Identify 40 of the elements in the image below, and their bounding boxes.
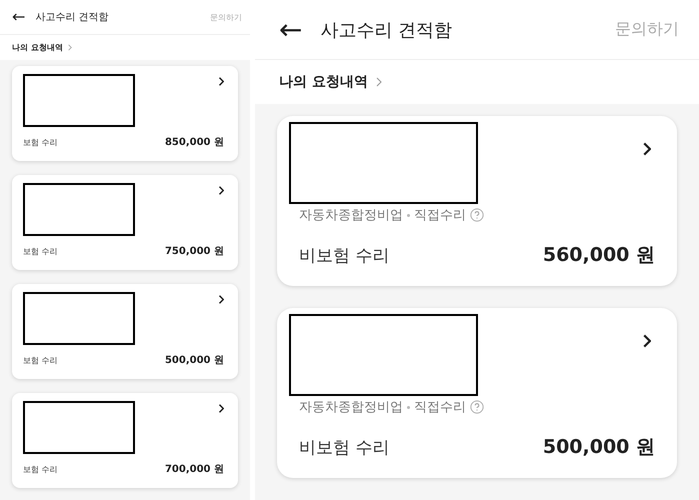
repair-type: 보험 수리: [23, 464, 58, 474]
repair-method: 직접수리: [414, 399, 466, 416]
estimate-card[interactable]: 보험 수리 850,000 원: [12, 66, 238, 161]
repair-type: 비보험 수리: [299, 244, 390, 266]
chevron-right-icon: [642, 142, 651, 156]
my-requests-link[interactable]: 나의 요청내역: [12, 42, 63, 53]
estimate-card[interactable]: 자동차종합정비업 직접수리 비보험 수리 560,000 원: [277, 116, 677, 286]
separator-dot: [407, 406, 410, 408]
page-title: 사고수리 견적함: [320, 18, 454, 42]
price: 750,000 원: [164, 245, 224, 258]
estimate-card[interactable]: 보험 수리 750,000 원: [12, 175, 238, 270]
repair-type: 보험 수리: [23, 136, 58, 148]
back-button[interactable]: ←: [279, 16, 302, 44]
help-icon[interactable]: [470, 208, 484, 222]
estimate-card[interactable]: 자동차종합정비업 직접수리 비보험 수리 500,000 원: [277, 308, 677, 478]
help-icon[interactable]: [470, 400, 484, 414]
chevron-right-icon: [218, 186, 224, 195]
chevron-right-icon: [376, 76, 382, 88]
estimate-card[interactable]: 보험 수리 500,000 원: [12, 284, 238, 379]
shop-type: 자동차종합정비업: [299, 399, 403, 416]
separator-dot: [407, 214, 410, 216]
page-title: 사고수리 견적함: [35, 11, 110, 24]
my-requests-link[interactable]: 나의 요청내역: [279, 73, 368, 91]
price: 500,000 원: [542, 435, 655, 460]
back-button[interactable]: ←: [12, 9, 26, 25]
price: 500,000 원: [164, 354, 224, 367]
shop-type: 자동차종합정비업: [299, 207, 403, 224]
repair-type: 비보험 수리: [299, 436, 390, 458]
chevron-right-icon: [68, 44, 72, 51]
chevron-right-icon: [218, 295, 224, 304]
price: 560,000 원: [542, 243, 655, 268]
estimate-card[interactable]: 보험 수리 700,000 원: [12, 393, 238, 488]
price: 850,000 원: [164, 136, 224, 149]
repair-type: 보험 수리: [23, 354, 58, 366]
chevron-right-icon: [218, 404, 224, 413]
price: 700,000 원: [164, 463, 224, 476]
repair-type: 보험 수리: [23, 246, 58, 256]
chevron-right-icon: [642, 334, 651, 348]
chevron-right-icon: [218, 77, 224, 86]
repair-method: 직접수리: [414, 207, 466, 224]
